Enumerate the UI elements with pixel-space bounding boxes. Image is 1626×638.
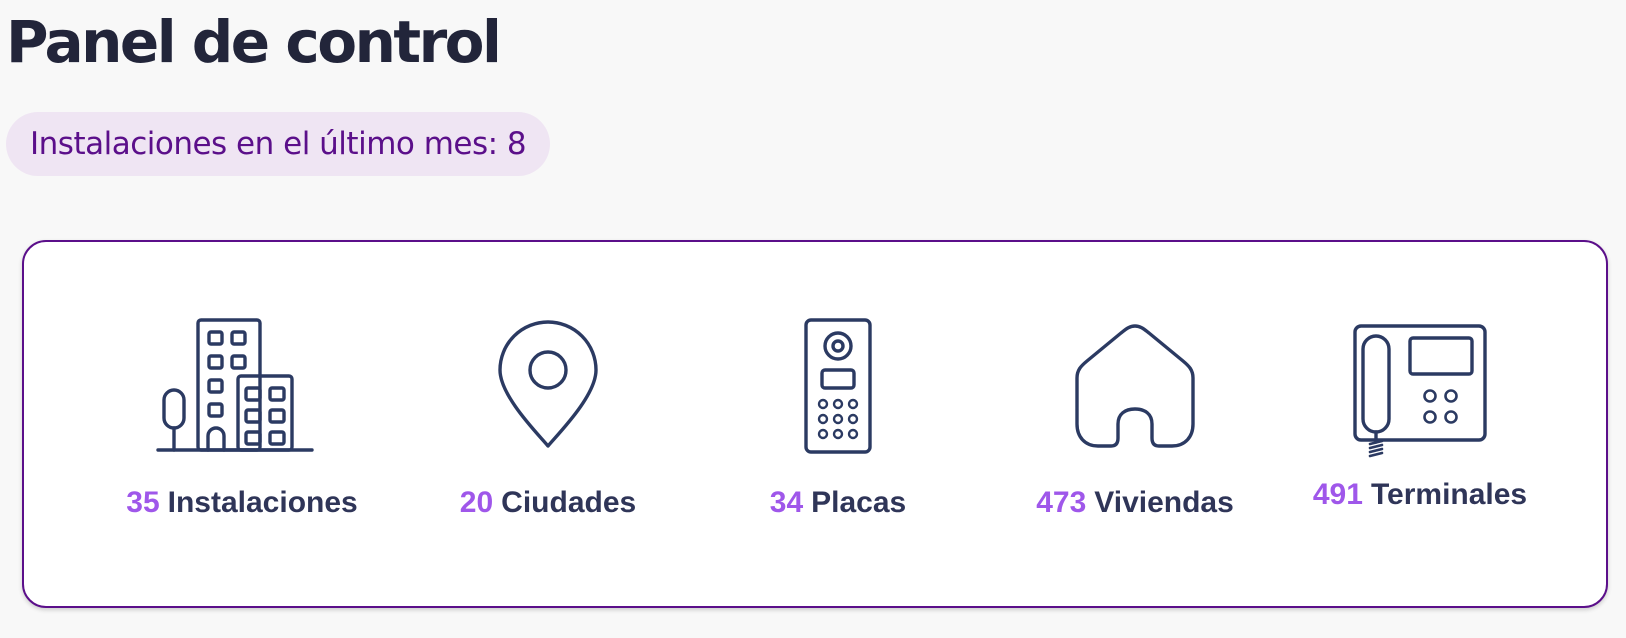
stat-value: 473 — [1036, 486, 1087, 519]
stat-value: 491 — [1312, 478, 1363, 511]
stat-terminals-text: 491 Terminales — [1313, 478, 1527, 512]
stat-label: Instalaciones — [167, 486, 358, 519]
buildings-icon — [156, 318, 314, 452]
location-pin-icon — [498, 320, 598, 448]
intercom-phone-icon — [1353, 324, 1487, 458]
stat-terminals: 491 Terminales — [1270, 312, 1570, 512]
dashboard-page: Panel de control Instalaciones en el últ… — [0, 0, 1626, 638]
stat-label: Ciudades — [501, 486, 637, 519]
stat-cities-text: 20 Ciudades — [460, 486, 636, 520]
stat-value: 35 — [126, 486, 160, 519]
stat-value: 34 — [769, 486, 804, 519]
stat-installations: 35 Instalaciones — [92, 312, 392, 520]
stat-panels: 34 Placas — [688, 312, 988, 520]
stat-label: Placas — [811, 486, 907, 519]
stat-panels-text: 34 Placas — [770, 486, 906, 520]
stat-homes: 473 Viviendas — [985, 312, 1285, 520]
page-title: Panel de control — [6, 8, 502, 76]
stat-label: Terminales — [1370, 478, 1528, 511]
house-icon — [1075, 324, 1195, 448]
stat-homes-text: 473 Viviendas — [1036, 486, 1234, 520]
stats-card: 35 Instalaciones 20 Ciudades 34 Placas 4… — [22, 240, 1608, 608]
stat-cities: 20 Ciudades — [398, 312, 698, 520]
stat-value: 20 — [459, 486, 494, 519]
intercom-panel-icon — [804, 318, 872, 454]
stat-installations-text: 35 Instalaciones — [126, 486, 357, 520]
monthly-installations-badge: Instalaciones en el último mes: 8 — [6, 112, 551, 176]
stat-label: Viviendas — [1094, 486, 1234, 519]
